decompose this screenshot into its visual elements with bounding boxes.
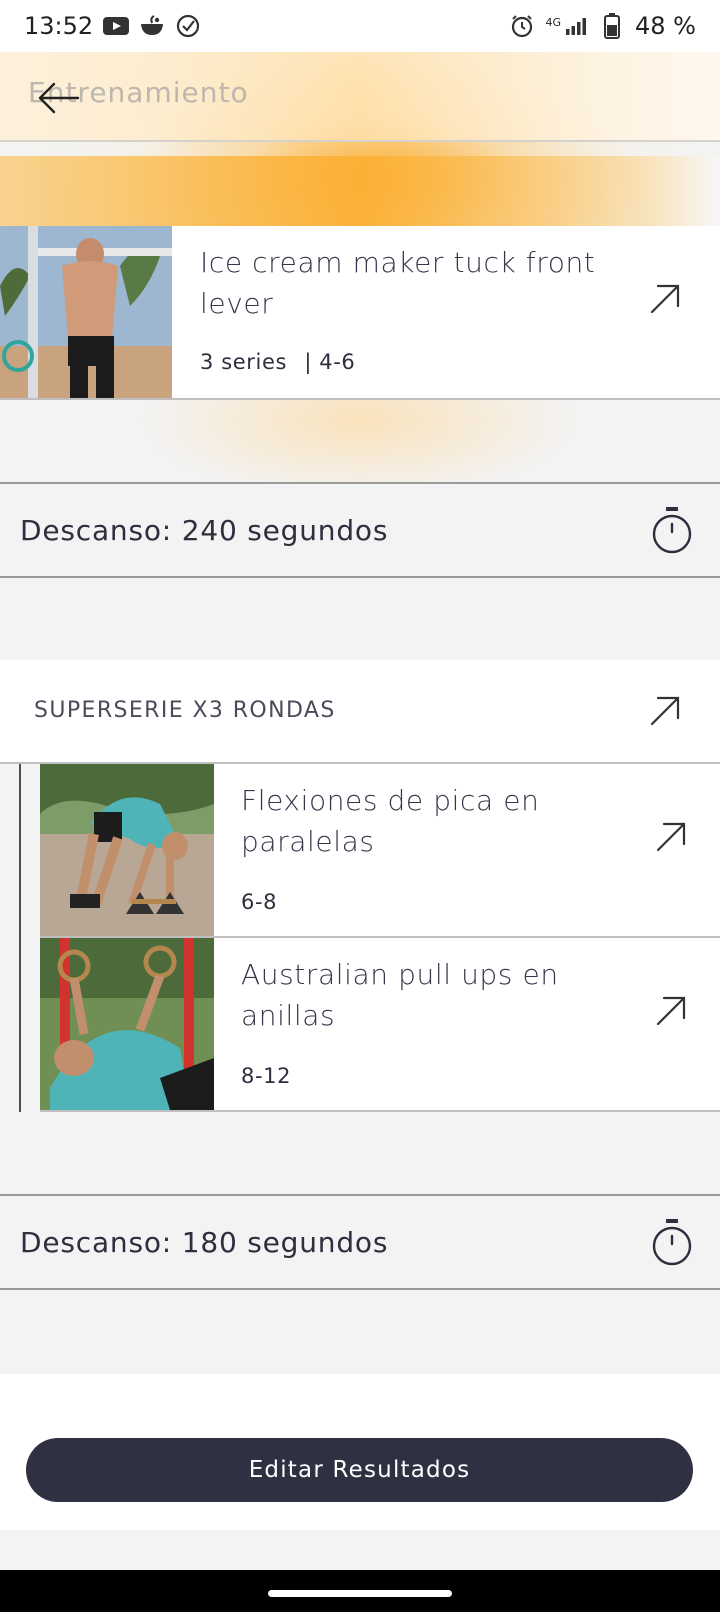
exercise-row-australian[interactable]: Australian pull ups en anillas 8-12: [40, 938, 720, 1112]
exercise-reps: | 4-6: [304, 350, 356, 374]
alarm-icon: [509, 13, 535, 39]
bottom-action-panel: Editar Resultados: [0, 1374, 720, 1530]
stopwatch-icon[interactable]: [650, 506, 694, 556]
exercise-reps: 8-12: [241, 1064, 292, 1088]
exercise-reps: 6-8: [241, 890, 278, 914]
system-nav-bar: [0, 1570, 720, 1612]
arrow-up-right-icon[interactable]: [648, 282, 682, 316]
superset-header[interactable]: SUPERSERIE X3 RONDAS: [0, 660, 720, 764]
exercise-name: Flexiones de pica en paralelas: [241, 784, 540, 858]
exercise-thumbnail: [40, 938, 214, 1110]
bowl-icon: [139, 13, 165, 39]
battery-icon: [599, 13, 625, 39]
status-time: 13:52: [24, 12, 94, 40]
exercise-row-front-lever[interactable]: Ice cream maker tuck front lever 3 serie…: [0, 226, 720, 400]
stopwatch-icon[interactable]: [650, 1218, 694, 1268]
arrow-up-right-icon[interactable]: [648, 694, 682, 728]
exercise-row-flexiones[interactable]: Flexiones de pica en paralelas 6-8: [40, 764, 720, 938]
home-gesture-handle[interactable]: [268, 1590, 452, 1597]
exercise-meta: 3 series | 4-6: [200, 350, 355, 374]
app-bar: Entrenamiento: [0, 52, 720, 142]
network-type: 4G: [545, 16, 562, 29]
exercise-thumbnail: [40, 764, 214, 936]
check-circle-icon: [175, 13, 201, 39]
rest-label: Descanso: 180 segundos: [20, 1226, 389, 1259]
exercise-thumbnail: [0, 226, 172, 398]
exercise-series: 3 series: [200, 350, 288, 374]
status-bar: 13:52 4G 48 %: [0, 0, 720, 52]
arrow-left-icon[interactable]: [36, 80, 80, 116]
battery-level: 48 %: [635, 12, 696, 40]
exercise-name: Australian pull ups en anillas: [241, 958, 559, 1032]
youtube-icon: [103, 13, 130, 39]
rest-row-240[interactable]: Descanso: 240 segundos: [0, 482, 720, 578]
arrow-up-right-icon[interactable]: [654, 820, 688, 854]
signal-icon: [563, 13, 589, 39]
superset-indicator-line: [19, 764, 21, 1112]
arrow-up-right-icon[interactable]: [654, 994, 688, 1028]
exercise-name: Ice cream maker tuck front lever: [200, 246, 596, 320]
orange-highlight-band: [0, 156, 720, 226]
rest-label: Descanso: 240 segundos: [20, 514, 389, 547]
edit-results-button[interactable]: Editar Resultados: [26, 1438, 693, 1502]
rest-row-180[interactable]: Descanso: 180 segundos: [0, 1194, 720, 1290]
superset-label: SUPERSERIE X3 RONDAS: [34, 698, 336, 723]
